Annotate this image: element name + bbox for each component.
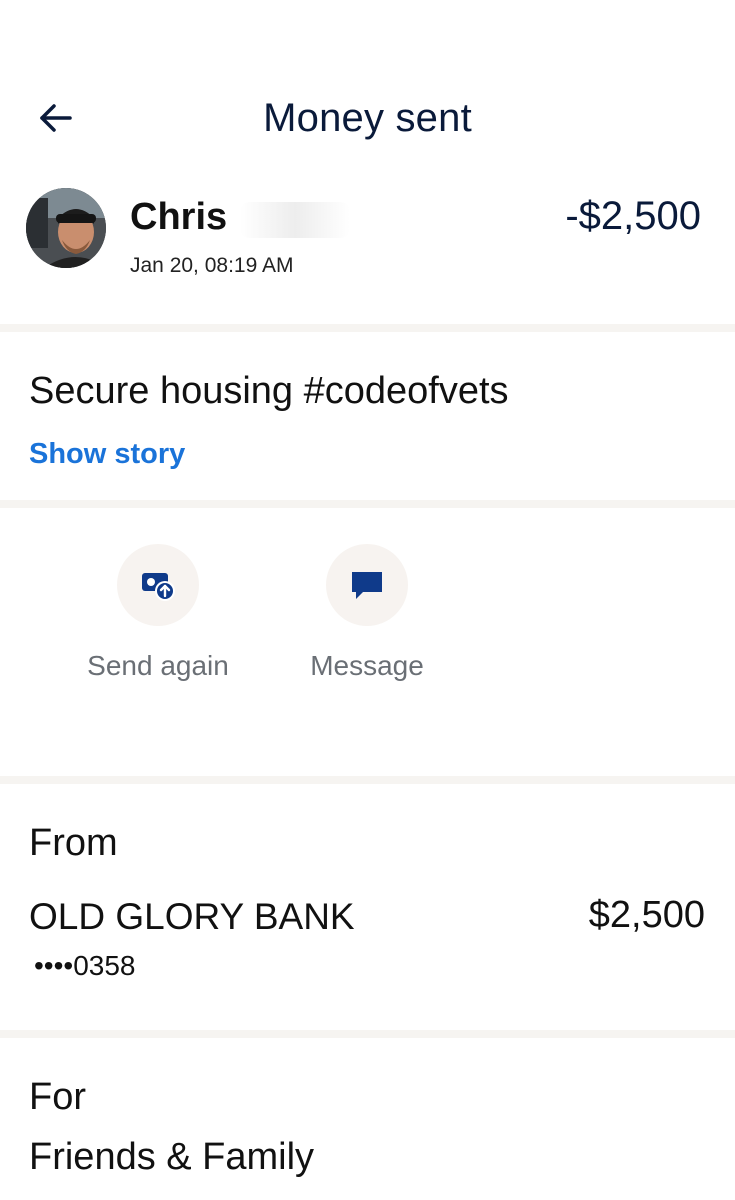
send-again-button[interactable]: Send again bbox=[68, 544, 248, 682]
transaction-note: Secure housing #codeofvets bbox=[29, 370, 509, 412]
for-label: For bbox=[29, 1076, 86, 1118]
divider bbox=[0, 324, 735, 332]
send-again-label: Send again bbox=[87, 650, 229, 681]
transaction-date: Jan 20, 08:19 AM bbox=[130, 254, 294, 277]
message-button[interactable]: Message bbox=[277, 544, 457, 682]
recipient-name: Chris bbox=[130, 196, 228, 238]
bank-amount: $2,500 bbox=[588, 894, 705, 936]
from-section: From OLD GLORY BANK $2,500 ••••0358 bbox=[0, 786, 735, 1030]
avatar bbox=[26, 188, 106, 268]
divider bbox=[0, 1030, 735, 1038]
message-circle bbox=[326, 544, 408, 626]
send-again-icon bbox=[142, 573, 175, 601]
transaction-summary: Chris -$2,500 Jan 20, 08:19 AM bbox=[0, 180, 735, 330]
message-label: Message bbox=[310, 650, 424, 681]
send-again-circle bbox=[117, 544, 199, 626]
divider bbox=[0, 500, 735, 508]
payment-type: Friends & Family bbox=[29, 1136, 315, 1178]
transaction-amount: -$2,500 bbox=[565, 194, 701, 238]
actions-section: Send again Message bbox=[0, 508, 735, 778]
for-section: For Friends & Family bbox=[0, 1040, 735, 1200]
divider bbox=[0, 776, 735, 784]
message-icon bbox=[352, 572, 382, 599]
from-label: From bbox=[29, 822, 118, 864]
show-story-link[interactable]: Show story bbox=[29, 438, 185, 471]
page-title: Money sent bbox=[263, 96, 472, 140]
header-bar: Money sent bbox=[0, 0, 735, 180]
note-section: Secure housing #codeofvets Show story bbox=[0, 336, 735, 500]
redacted-surname bbox=[240, 202, 350, 238]
bank-name: OLD GLORY BANK bbox=[29, 896, 355, 937]
account-number: ••••0358 bbox=[34, 950, 136, 981]
